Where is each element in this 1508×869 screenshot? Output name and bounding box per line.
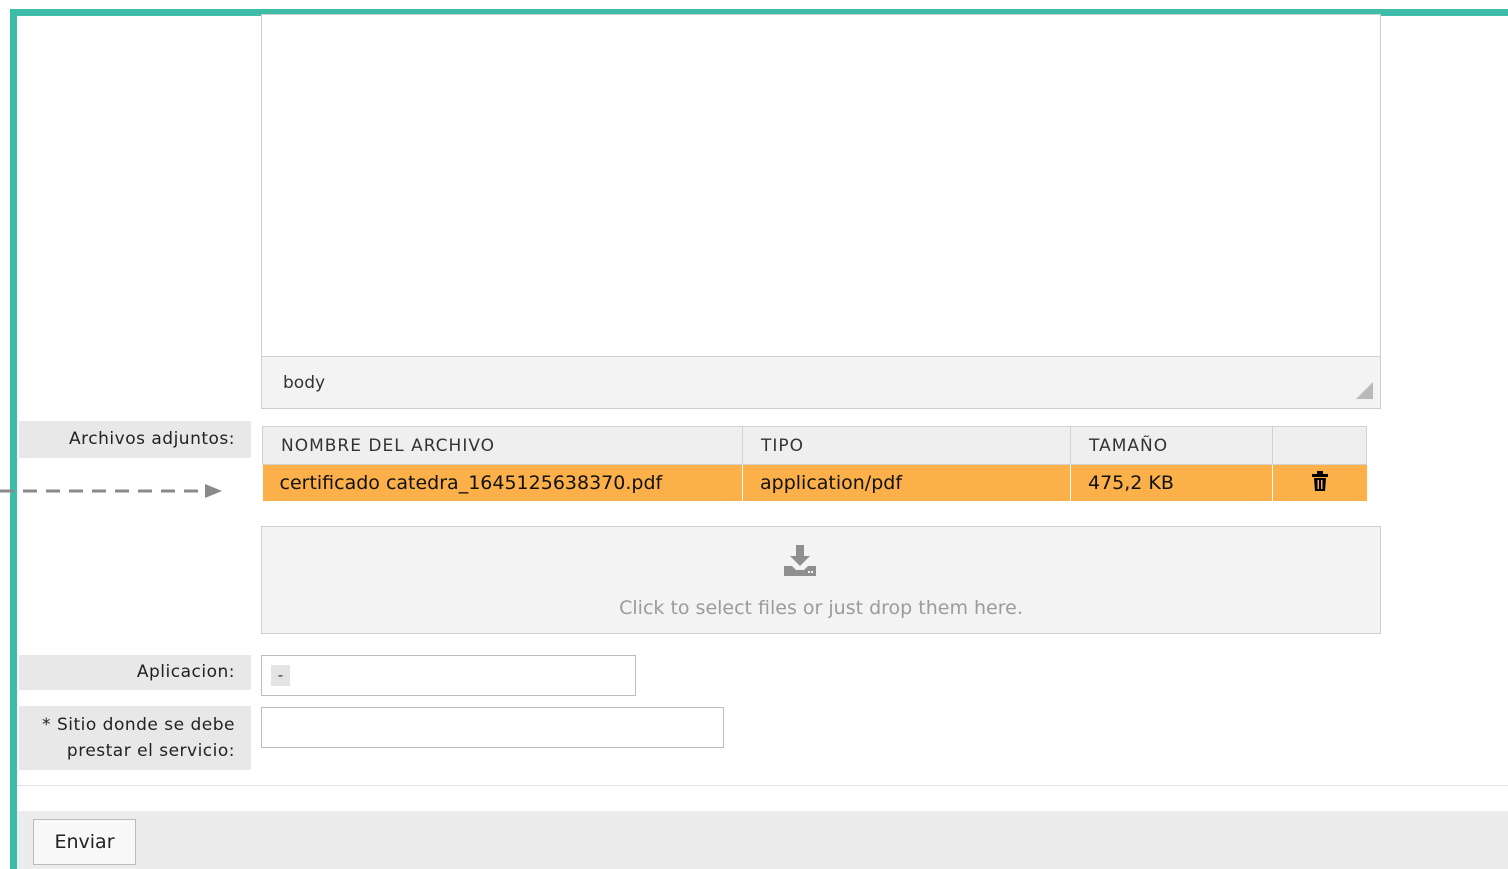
frame-border-left — [10, 9, 17, 869]
editor-status-bar: body — [262, 356, 1380, 408]
sitio-label-line2: prestar el servicio: — [66, 741, 235, 761]
column-header-size[interactable]: TAMAÑO — [1070, 426, 1273, 465]
submit-button[interactable]: Enviar — [33, 819, 136, 865]
attachments-table: NOMBRE DEL ARCHIVO TIPO TAMAÑO certifica… — [262, 426, 1367, 501]
dashed-arrow-icon — [0, 484, 222, 498]
file-size-cell: 475,2 KB — [1070, 464, 1273, 501]
file-name-cell[interactable]: certificado catedra_1645125638370.pdf — [262, 464, 743, 501]
trash-icon[interactable] — [1311, 470, 1329, 496]
aplicacion-label: Aplicacion: — [19, 655, 251, 690]
table-header-row: NOMBRE DEL ARCHIVO TIPO TAMAÑO — [262, 426, 1367, 465]
file-dropzone[interactable]: Click to select files or just drop them … — [261, 526, 1381, 634]
attachments-label: Archivos adjuntos: — [19, 421, 251, 458]
dropzone-text: Click to select files or just drop them … — [619, 597, 1023, 619]
column-header-actions — [1272, 426, 1367, 465]
footer-divider — [17, 785, 1508, 786]
aplicacion-selected-value: - — [271, 665, 290, 686]
sitio-label-line1: * Sitio donde se debe — [42, 715, 235, 735]
resize-handle-icon[interactable] — [1356, 382, 1373, 399]
sitio-label: * Sitio donde se debe prestar el servici… — [19, 706, 251, 770]
file-type-cell: application/pdf — [742, 464, 1071, 501]
table-row[interactable]: certificado catedra_1645125638370.pdf ap… — [262, 464, 1367, 501]
editor-text-area[interactable] — [262, 15, 1380, 355]
element-path[interactable]: body — [283, 373, 325, 393]
sitio-input[interactable] — [261, 707, 724, 748]
rich-text-editor: body — [261, 14, 1381, 409]
column-header-type[interactable]: TIPO — [742, 426, 1071, 465]
form-content: body Archivos adjuntos: NOMBRE DEL ARCHI… — [0, 14, 1508, 869]
download-icon — [782, 545, 818, 581]
delete-cell[interactable] — [1272, 464, 1367, 501]
column-header-name[interactable]: NOMBRE DEL ARCHIVO — [262, 426, 743, 465]
aplicacion-select[interactable]: - — [261, 655, 636, 696]
form-footer: Enviar — [17, 811, 1508, 869]
